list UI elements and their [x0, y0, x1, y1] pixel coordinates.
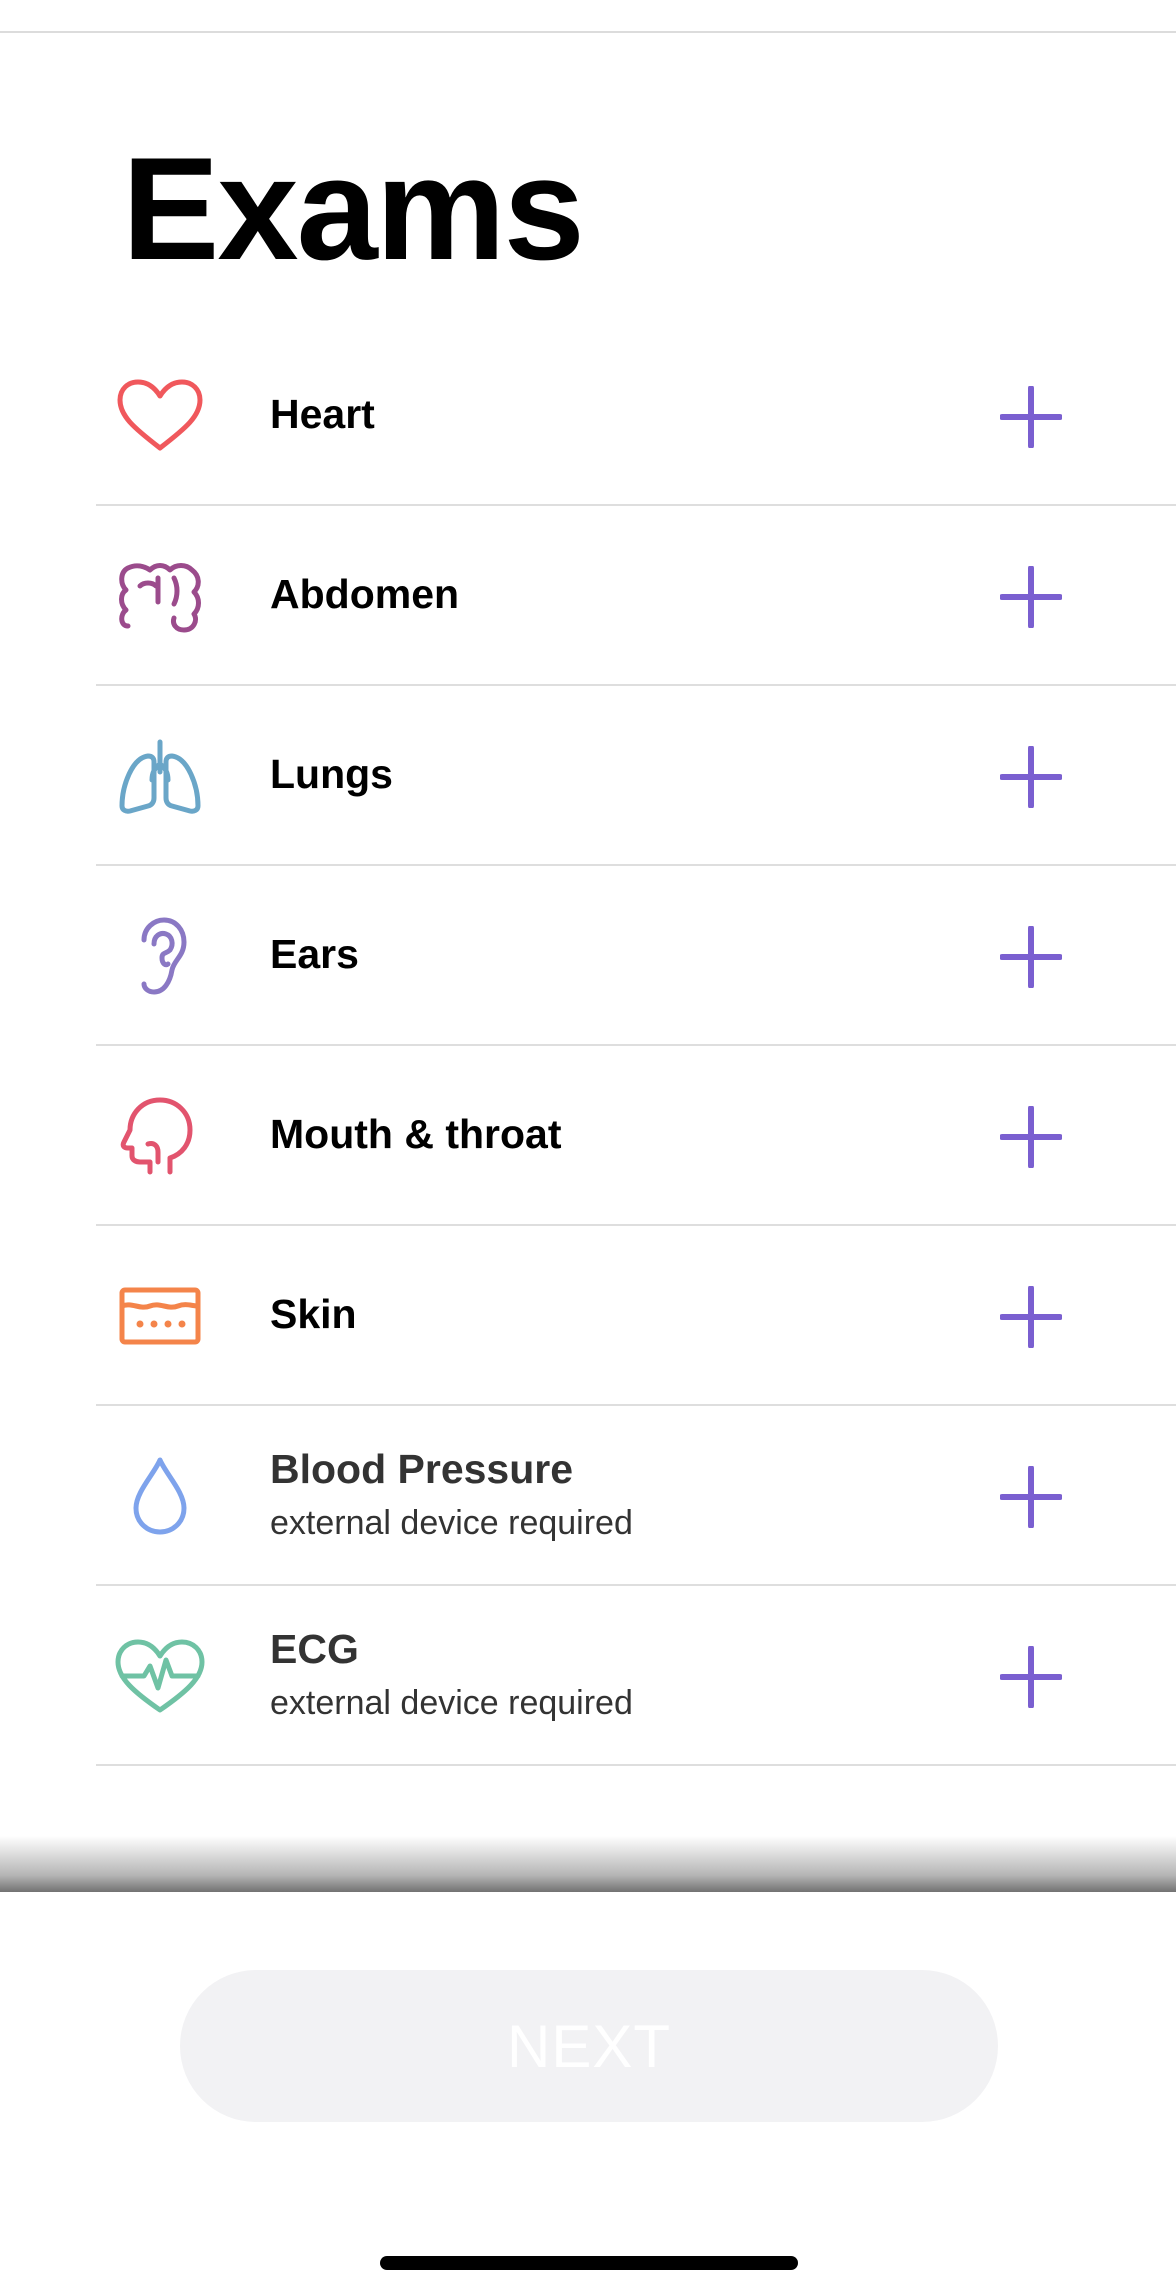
exam-label: ECG [270, 1626, 359, 1673]
exam-label: Skin [270, 1291, 357, 1338]
exam-label: Heart [270, 391, 375, 438]
head-profile-icon [114, 1096, 206, 1176]
skin-layer-icon [114, 1276, 206, 1356]
exam-sublabel: external device required [270, 1683, 633, 1722]
exam-row-ears[interactable]: Ears [96, 866, 1176, 1046]
plus-icon [1000, 746, 1062, 808]
plus-icon [1000, 926, 1062, 988]
lungs-icon [114, 736, 206, 816]
add-heart-button[interactable] [1000, 386, 1062, 448]
home-indicator[interactable] [380, 2256, 798, 2270]
next-button[interactable]: NEXT [180, 1970, 998, 2122]
add-ears-button[interactable] [1000, 926, 1062, 988]
top-divider [0, 31, 1176, 33]
exam-row-blood-pressure[interactable]: Blood Pressure external device required [96, 1406, 1176, 1586]
plus-icon [1000, 566, 1062, 628]
add-abdomen-button[interactable] [1000, 566, 1062, 628]
plus-icon [1000, 386, 1062, 448]
intestine-icon [114, 556, 206, 636]
heart-pulse-icon [114, 1636, 206, 1716]
exam-sublabel: external device required [270, 1503, 633, 1542]
exam-label: Blood Pressure [270, 1446, 574, 1493]
next-button-label: NEXT [506, 2012, 672, 2080]
add-lungs-button[interactable] [1000, 746, 1062, 808]
scroll-shadow [0, 1836, 1176, 1892]
plus-icon [1000, 1466, 1062, 1528]
plus-icon [1000, 1286, 1062, 1348]
exam-list: Heart Abdomen Lungs Ears Mouth & throat … [96, 326, 1176, 1766]
exam-label: Ears [270, 931, 359, 978]
heart-icon [114, 376, 206, 456]
add-mouth-throat-button[interactable] [1000, 1106, 1062, 1168]
drop-icon [114, 1456, 206, 1536]
exam-label: Mouth & throat [270, 1111, 562, 1158]
exam-label: Abdomen [270, 571, 460, 618]
exam-row-abdomen[interactable]: Abdomen [96, 506, 1176, 686]
exam-row-lungs[interactable]: Lungs [96, 686, 1176, 866]
exam-label: Lungs [270, 751, 393, 798]
exam-row-mouth-throat[interactable]: Mouth & throat [96, 1046, 1176, 1226]
exam-row-heart[interactable]: Heart [96, 326, 1176, 506]
add-skin-button[interactable] [1000, 1286, 1062, 1348]
page-title: Exams [122, 127, 585, 290]
add-blood-pressure-button[interactable] [1000, 1466, 1062, 1528]
exam-row-ecg[interactable]: ECG external device required [96, 1586, 1176, 1766]
exam-row-skin[interactable]: Skin [96, 1226, 1176, 1406]
ear-icon [114, 916, 206, 996]
footer: NEXT [0, 1892, 1176, 2288]
plus-icon [1000, 1646, 1062, 1708]
add-ecg-button[interactable] [1000, 1646, 1062, 1708]
exams-screen: Exams Heart Abdomen Lungs Ears Mouth & t… [0, 0, 1176, 2288]
plus-icon [1000, 1106, 1062, 1168]
